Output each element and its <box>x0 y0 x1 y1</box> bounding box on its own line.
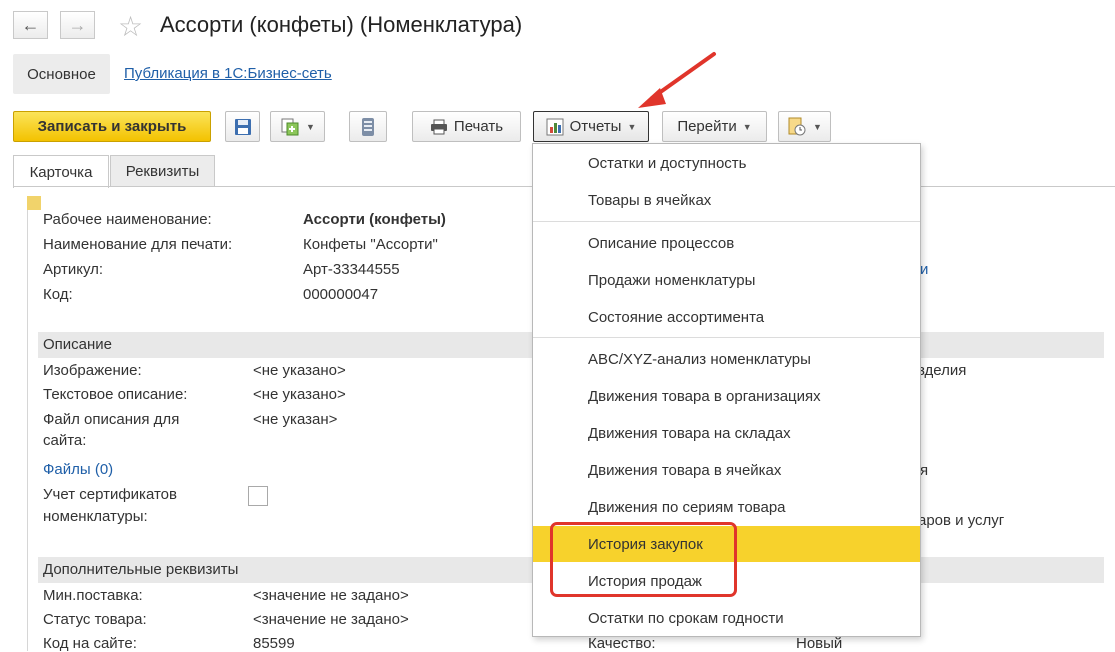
chevron-down-icon: ▼ <box>306 121 315 132</box>
image-label: Изображение: <box>43 362 142 379</box>
menu-item-assortment-state[interactable]: Состояние ассортимента <box>533 299 920 335</box>
panel-border <box>27 196 28 651</box>
goto-button[interactable]: Перейти ▼ <box>662 111 767 142</box>
product-status-label: Статус товара: <box>43 611 147 628</box>
right-text-fragment-3: аров и услуг <box>918 512 1005 529</box>
site-file-value[interactable]: <не указан> <box>253 411 337 428</box>
save-button[interactable] <box>225 111 260 142</box>
site-code-label: Код на сайте: <box>43 635 137 652</box>
structure-button[interactable] <box>349 111 387 142</box>
site-file-label-line1: Файл описания для <box>43 411 180 428</box>
site-code-value[interactable]: 85599 <box>253 635 295 652</box>
history-button[interactable]: ▼ <box>778 111 831 142</box>
menu-item-movement-series[interactable]: Движения по сериям товара <box>533 489 920 525</box>
certificates-label-line2: номенклатуры: <box>43 508 148 525</box>
min-supply-value[interactable]: <значение не задано> <box>253 587 409 604</box>
menu-item-stock-availability[interactable]: Остатки и доступность <box>533 145 920 181</box>
annotation-highlight-box <box>550 522 737 597</box>
print-name-value[interactable]: Конфеты "Ассорти" <box>303 236 438 253</box>
image-value[interactable]: <не указано> <box>253 362 346 379</box>
publish-link[interactable]: Публикация в 1С:Бизнес-сеть <box>124 65 332 82</box>
reports-label: Отчеты <box>569 118 622 135</box>
list-icon <box>362 117 374 136</box>
save-close-button[interactable]: Записать и закрыть <box>13 111 211 142</box>
additional-header-label: Дополнительные реквизиты <box>43 561 239 578</box>
site-file-label-line2: сайта: <box>43 432 87 449</box>
quality-value[interactable]: Новый <box>796 635 842 652</box>
article-value[interactable]: Арт-33344555 <box>303 261 400 278</box>
menu-item-process-description[interactable]: Описание процессов <box>533 225 920 261</box>
reports-button[interactable]: Отчеты ▼ <box>533 111 649 142</box>
create-based-icon <box>281 118 299 135</box>
article-label: Артикул: <box>43 261 104 278</box>
page-title: Ассорти (конфеты) (Номенклатура) <box>160 12 523 37</box>
code-label: Код: <box>43 286 73 303</box>
menu-item-goods-in-cells[interactable]: Товары в ячейках <box>533 182 920 218</box>
quality-label: Качество: <box>588 635 656 652</box>
report-icon <box>546 118 564 135</box>
section-main[interactable]: Основное <box>13 54 110 94</box>
panel-corner-marker <box>27 196 41 210</box>
annotation-arrow-icon <box>638 52 716 108</box>
product-status-value[interactable]: <значение не задано> <box>253 611 409 628</box>
tab-card[interactable]: Карточка <box>13 155 109 188</box>
menu-item-movement-cells[interactable]: Движения товара в ячейках <box>533 452 920 488</box>
work-name-value[interactable]: Ассорти (конфеты) <box>303 211 446 228</box>
tab-requisites[interactable]: Реквизиты <box>110 155 215 187</box>
right-text-fragment-1: зделия <box>918 362 967 379</box>
menu-separator <box>533 337 920 338</box>
forward-button[interactable]: → <box>60 11 95 39</box>
arrow-left-icon: ← <box>21 14 40 35</box>
print-name-label: Наименование для печати: <box>43 236 233 253</box>
favorite-star-icon[interactable]: ☆ <box>118 10 143 43</box>
create-based-button[interactable]: ▼ <box>270 111 325 142</box>
right-text-fragment-2: я <box>920 462 929 479</box>
menu-separator <box>533 221 920 222</box>
certificates-checkbox[interactable] <box>248 486 268 506</box>
chevron-down-icon: ▼ <box>813 121 822 132</box>
text-description-label: Текстовое описание: <box>43 386 188 403</box>
document-clock-icon <box>788 117 806 135</box>
min-supply-label: Мин.поставка: <box>43 587 143 604</box>
arrow-right-icon: → <box>68 14 87 35</box>
print-button[interactable]: Печать <box>412 111 521 142</box>
code-value[interactable]: 000000047 <box>303 286 378 303</box>
print-label: Печать <box>453 118 504 135</box>
goto-label: Перейти <box>677 118 737 135</box>
description-header-label: Описание <box>43 336 113 353</box>
work-name-label: Рабочее наименование: <box>43 211 212 228</box>
floppy-icon <box>234 118 251 135</box>
menu-item-abc-xyz[interactable]: ABC/XYZ-анализ номенклатуры <box>533 341 920 377</box>
chevron-down-icon: ▼ <box>742 121 752 132</box>
chevron-down-icon: ▼ <box>627 121 637 132</box>
certificates-label-line1: Учет сертификатов <box>43 486 177 503</box>
right-link-fragment[interactable]: и <box>920 261 928 278</box>
menu-item-expiry-stock[interactable]: Остатки по срокам годности <box>533 600 920 636</box>
text-description-value[interactable]: <не указано> <box>253 386 346 403</box>
menu-item-movement-warehouses[interactable]: Движения товара на складах <box>533 415 920 451</box>
files-link[interactable]: Файлы (0) <box>43 461 113 478</box>
menu-item-product-sales[interactable]: Продажи номенклатуры <box>533 262 920 298</box>
back-button[interactable]: ← <box>13 11 48 39</box>
menu-item-movement-organizations[interactable]: Движения товара в организациях <box>533 378 920 414</box>
printer-icon <box>430 119 447 134</box>
